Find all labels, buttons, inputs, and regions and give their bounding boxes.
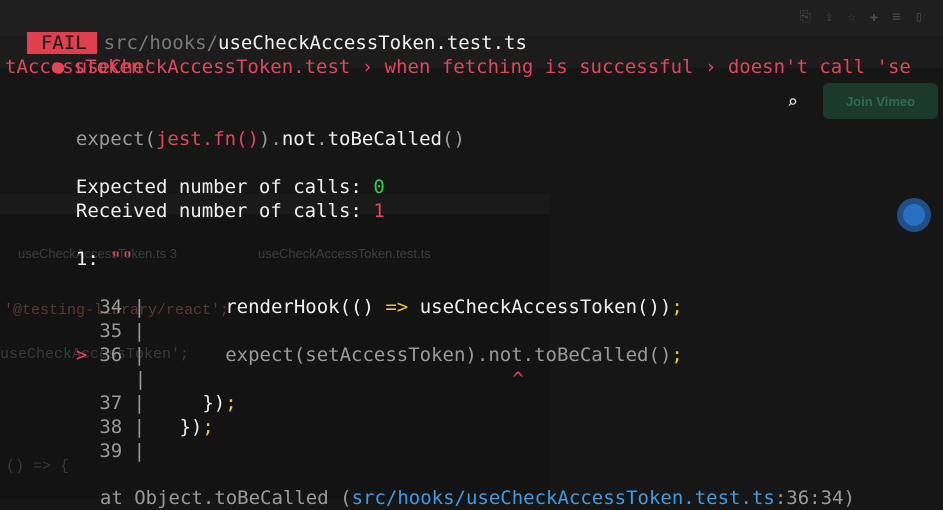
received-fn: jest.fn() <box>155 128 259 150</box>
playlist-icon[interactable]: ≡ <box>892 9 900 25</box>
call-index: 1: <box>75 248 111 270</box>
stack-trace-path-link[interactable]: src/hooks/useCheckAccessToken.test.ts <box>352 487 775 509</box>
matcher-args: () <box>442 128 465 150</box>
test-title: ● useCheckAccessToken.test › when fetchi… <box>30 31 911 79</box>
dot: . <box>270 128 282 150</box>
stack-trace-prefix: at Object.toBeCalled ( <box>99 487 352 509</box>
test-title-line1: useCheckAccessToken.test › when fetching… <box>75 56 911 78</box>
call-list-line: 1: "" <box>53 223 133 271</box>
not-modifier: not <box>281 128 317 150</box>
stack-trace-line: at Object.toBeCalled (src/hooks/useCheck… <box>77 462 855 510</box>
test-title-line2: tAccessToken' <box>5 56 154 78</box>
expect-close: ) <box>258 128 271 150</box>
gutter-separator: | <box>122 440 146 462</box>
puzzle-icon[interactable]: ✚ <box>870 9 878 25</box>
call-args: "" <box>110 248 134 270</box>
line-number: 39 <box>99 440 123 462</box>
line-marker <box>76 440 87 462</box>
stack-trace-position: :36:34 <box>774 487 844 509</box>
received-calls-label: Received number of calls: <box>75 200 374 222</box>
search-icon[interactable]: ⌕ <box>787 92 798 113</box>
join-vimeo-button[interactable]: Join Vimeo <box>823 83 938 119</box>
avatar[interactable] <box>897 198 931 232</box>
browser-extension-icons: ⎘ ⇪ ☆ ✚ ≡ ▯ <box>800 9 923 25</box>
share-icon[interactable]: ⇪ <box>825 9 833 25</box>
stack-trace-suffix: ) <box>843 487 855 509</box>
star-icon[interactable]: ☆ <box>847 9 855 25</box>
received-calls-line: Received number of calls: 1 <box>53 175 385 223</box>
sidebar-icon[interactable]: ▯ <box>915 9 923 25</box>
code-frame-line-39: 39 | <box>53 415 145 463</box>
dot: . <box>316 128 328 150</box>
received-calls-value: 1 <box>373 200 385 222</box>
tab-use-check-access-token-test[interactable]: useCheckAccessToken.test.ts <box>258 246 431 261</box>
matcher-name: toBeCalled <box>327 128 442 150</box>
assertion-line: expect(jest.fn()).not.toBeCalled() <box>53 103 465 151</box>
code-frame-line-34: 34 | renderHook(() => useCheckAccessToke… <box>53 271 682 319</box>
expect-call: expect( <box>75 128 156 150</box>
translate-icon[interactable]: ⎘ <box>800 9 811 25</box>
